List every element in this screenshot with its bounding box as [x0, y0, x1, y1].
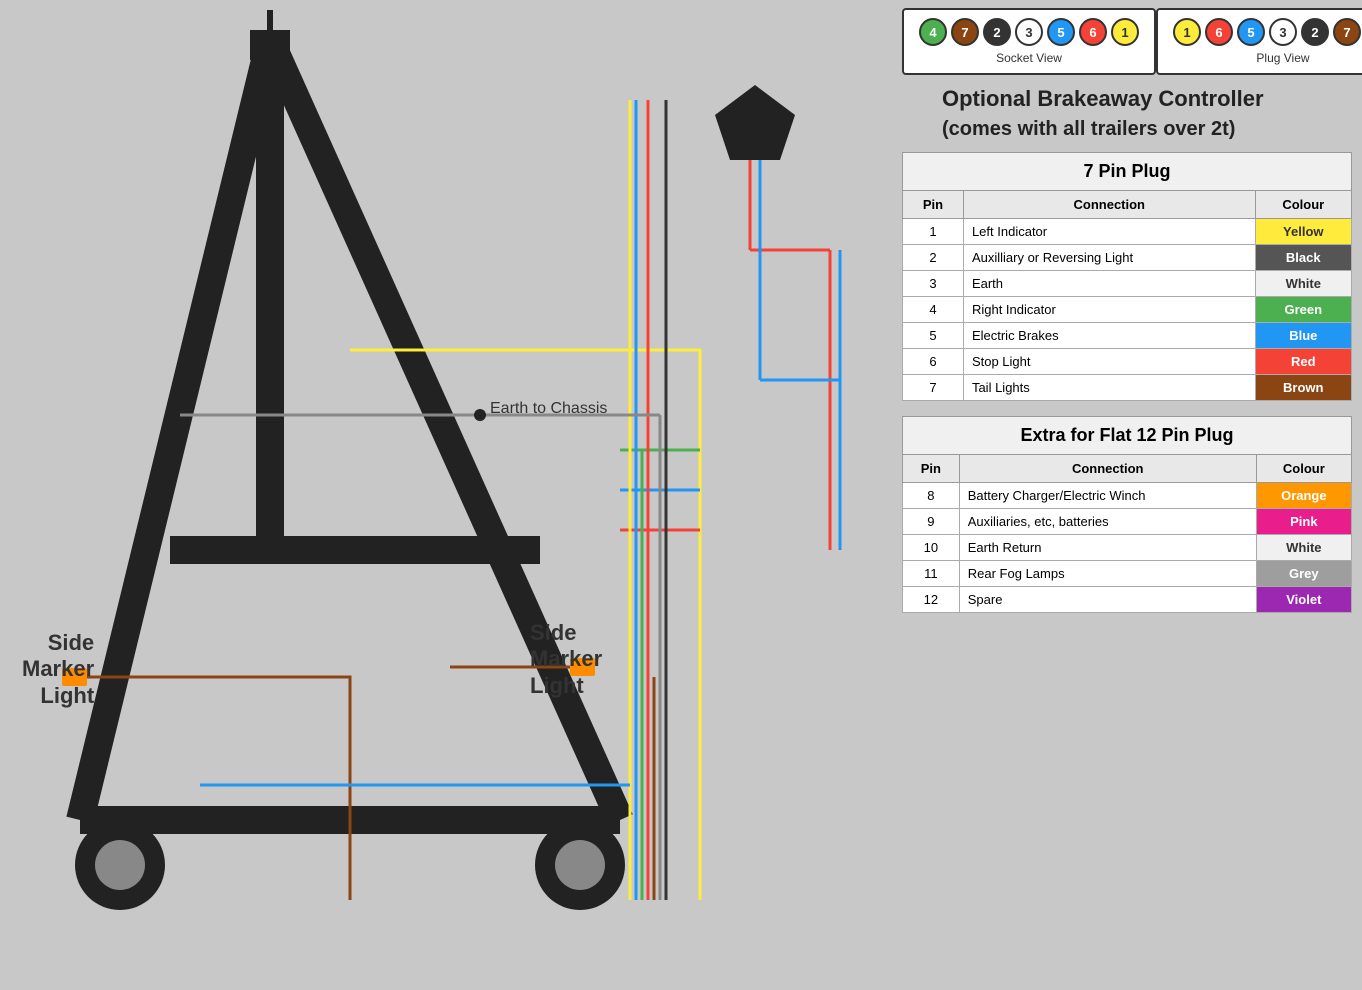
table-header: Pin — [903, 455, 960, 483]
colour-cell: Red — [1255, 349, 1351, 375]
pin-number: 10 — [903, 535, 960, 561]
pin-6: 6 — [1079, 18, 1107, 46]
seven-pin-table: 7 Pin Plug PinConnectionColour 1Left Ind… — [902, 152, 1352, 401]
table-row: 11Rear Fog LampsGrey — [903, 561, 1352, 587]
pin-2: 2 — [1301, 18, 1329, 46]
pin-number: 8 — [903, 483, 960, 509]
pin-number: 6 — [903, 349, 964, 375]
twelve-pin-table: Extra for Flat 12 Pin Plug PinConnection… — [902, 416, 1352, 613]
brakeaway-title: Optional Brakeaway Controller (comes wit… — [942, 85, 1264, 142]
colour-cell: Orange — [1256, 483, 1351, 509]
socket-view: 4723561 Socket View — [902, 8, 1156, 75]
side-marker-left-label: SideMarkerLight — [22, 630, 94, 709]
table-row: 9Auxiliaries, etc, batteriesPink — [903, 509, 1352, 535]
side-marker-right-label: SideMarkerLight — [530, 620, 602, 699]
table-header: Colour — [1256, 455, 1351, 483]
connection-name: Stop Light — [963, 349, 1255, 375]
table-header: Connection — [963, 191, 1255, 219]
table-row: 2Auxilliary or Reversing LightBlack — [903, 245, 1352, 271]
table-row: 7Tail LightsBrown — [903, 375, 1352, 401]
table-header: Colour — [1255, 191, 1351, 219]
pin-7: 7 — [1333, 18, 1361, 46]
connection-name: Right Indicator — [963, 297, 1255, 323]
pin-4: 4 — [919, 18, 947, 46]
connection-name: Rear Fog Lamps — [959, 561, 1256, 587]
twelve-pin-title: Extra for Flat 12 Pin Plug — [902, 416, 1352, 454]
pin-6: 6 — [1205, 18, 1233, 46]
pin-1: 1 — [1173, 18, 1201, 46]
table-row: 10Earth ReturnWhite — [903, 535, 1352, 561]
connection-name: Auxilliary or Reversing Light — [963, 245, 1255, 271]
connection-name: Left Indicator — [963, 219, 1255, 245]
colour-cell: Blue — [1255, 323, 1351, 349]
table-row: 5Electric BrakesBlue — [903, 323, 1352, 349]
colour-cell: Pink — [1256, 509, 1351, 535]
colour-cell: White — [1255, 271, 1351, 297]
connection-name: Battery Charger/Electric Winch — [959, 483, 1256, 509]
seven-pin-title: 7 Pin Plug — [902, 152, 1352, 190]
colour-cell: Black — [1255, 245, 1351, 271]
pin-number: 11 — [903, 561, 960, 587]
connection-name: Earth — [963, 271, 1255, 297]
colour-cell: Grey — [1256, 561, 1351, 587]
table-row: 12SpareViolet — [903, 587, 1352, 613]
colour-cell: White — [1256, 535, 1351, 561]
pin-number: 2 — [903, 245, 964, 271]
plug-label: Plug View — [1173, 51, 1362, 65]
connection-name: Tail Lights — [963, 375, 1255, 401]
colour-cell: Brown — [1255, 375, 1351, 401]
table-row: 4Right IndicatorGreen — [903, 297, 1352, 323]
table-header: Pin — [903, 191, 964, 219]
pin-number: 1 — [903, 219, 964, 245]
pin-number: 12 — [903, 587, 960, 613]
table-row: 6Stop LightRed — [903, 349, 1352, 375]
colour-cell: Green — [1255, 297, 1351, 323]
connection-name: Earth Return — [959, 535, 1256, 561]
table-row: 3EarthWhite — [903, 271, 1352, 297]
pin-1: 1 — [1111, 18, 1139, 46]
plug-view: 1653274 Plug View — [1156, 8, 1362, 75]
colour-cell: Violet — [1256, 587, 1351, 613]
table-row: 8Battery Charger/Electric WinchOrange — [903, 483, 1352, 509]
pin-2: 2 — [983, 18, 1011, 46]
table-row: 1Left IndicatorYellow — [903, 219, 1352, 245]
pin-5: 5 — [1047, 18, 1075, 46]
pin-number: 3 — [903, 271, 964, 297]
connection-name: Spare — [959, 587, 1256, 613]
table-header: Connection — [959, 455, 1256, 483]
pin-number: 4 — [903, 297, 964, 323]
pin-5: 5 — [1237, 18, 1265, 46]
connection-name: Auxiliaries, etc, batteries — [959, 509, 1256, 535]
pin-7: 7 — [951, 18, 979, 46]
socket-label: Socket View — [919, 51, 1139, 65]
pin-number: 5 — [903, 323, 964, 349]
colour-cell: Yellow — [1255, 219, 1351, 245]
pin-number: 9 — [903, 509, 960, 535]
earth-to-chassis-label: Earth to Chassis — [490, 400, 607, 418]
pin-3: 3 — [1269, 18, 1297, 46]
pin-number: 7 — [903, 375, 964, 401]
connection-name: Electric Brakes — [963, 323, 1255, 349]
pin-3: 3 — [1015, 18, 1043, 46]
